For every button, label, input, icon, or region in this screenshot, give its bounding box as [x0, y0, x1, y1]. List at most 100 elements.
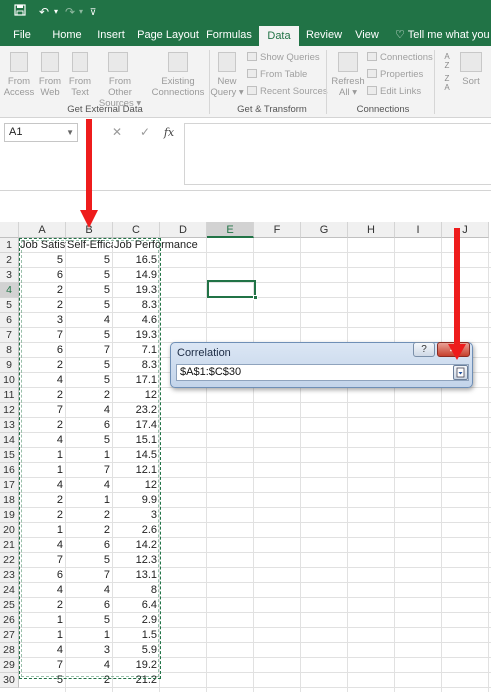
gridline-vertical: [347, 238, 348, 692]
refresh-icon: [338, 52, 358, 72]
row-header-15[interactable]: 15: [0, 448, 19, 463]
row-header-16[interactable]: 16: [0, 463, 19, 478]
edit-links-icon: [367, 86, 377, 95]
column-header-j[interactable]: J: [442, 222, 489, 238]
expand-dialog-icon: [456, 367, 465, 378]
row-header-30[interactable]: 30: [0, 673, 19, 688]
other-sources-icon: [108, 52, 128, 72]
row-header-29[interactable]: 29: [0, 658, 19, 673]
row-header-14[interactable]: 14: [0, 433, 19, 448]
column-header-e[interactable]: E: [207, 222, 254, 238]
from-other-line1: From Other: [108, 76, 132, 98]
tab-data[interactable]: Data: [259, 26, 299, 46]
properties-button[interactable]: Properties: [367, 69, 423, 81]
correlation-dialog: Correlation ? ✕ $A$1:$C$30: [170, 342, 473, 388]
tell-me-box[interactable]: ♡ Tell me what you wa: [395, 24, 491, 46]
row-header-8[interactable]: 8: [0, 343, 19, 358]
row-header-3[interactable]: 3: [0, 268, 19, 283]
row-header-20[interactable]: 20: [0, 523, 19, 538]
edit-links-button[interactable]: Edit Links: [367, 86, 421, 98]
column-header-d[interactable]: D: [160, 222, 207, 238]
redo-dropdown-icon[interactable]: ▾: [77, 4, 85, 20]
row-header-9[interactable]: 9: [0, 358, 19, 373]
row-header-26[interactable]: 26: [0, 613, 19, 628]
row-header-1[interactable]: 1: [0, 238, 19, 253]
dialog-title: Correlation: [177, 347, 231, 359]
cancel-icon[interactable]: ✕: [110, 124, 124, 140]
tab-formulas[interactable]: Formulas: [204, 24, 254, 46]
from-access-button[interactable]: From Access: [2, 76, 36, 98]
row-header-11[interactable]: 11: [0, 388, 19, 403]
save-icon[interactable]: [12, 4, 28, 20]
show-queries-button[interactable]: Show Queries: [247, 52, 320, 64]
row-header-22[interactable]: 22: [0, 553, 19, 568]
column-header-h[interactable]: H: [348, 222, 395, 238]
row-header-5[interactable]: 5: [0, 298, 19, 313]
gridline-vertical: [206, 238, 207, 692]
sort-az-icon[interactable]: AZ: [440, 52, 454, 70]
row-header-28[interactable]: 28: [0, 643, 19, 658]
existing-connections-button[interactable]: Existing Connections: [149, 76, 207, 98]
row-header-24[interactable]: 24: [0, 583, 19, 598]
row-header-25[interactable]: 25: [0, 598, 19, 613]
column-header-g[interactable]: G: [301, 222, 348, 238]
help-button[interactable]: ?: [413, 342, 435, 357]
from-web-button[interactable]: From Web: [35, 76, 65, 98]
formula-input[interactable]: [184, 123, 491, 185]
worksheet-grid[interactable]: ABCDEFGHIJ 1 2 3 4 5 6 7 8 9 10 11 12 13 14 15 16 17 18 19…: [0, 222, 491, 692]
insert-function-icon[interactable]: fx: [162, 124, 176, 140]
column-header-c[interactable]: C: [113, 222, 160, 238]
tab-insert[interactable]: Insert: [92, 24, 130, 46]
undo-icon[interactable]: ↶: [36, 4, 52, 20]
row-header-13[interactable]: 13: [0, 418, 19, 433]
name-box[interactable]: A1 ▼: [4, 123, 78, 142]
formula-bar: A1 ▼ ✕ ✓ fx: [0, 119, 491, 191]
row-header-2[interactable]: 2: [0, 253, 19, 268]
redo-icon[interactable]: ↷: [63, 4, 77, 20]
connections-button[interactable]: Connections: [367, 52, 433, 64]
group-separator: [326, 50, 327, 114]
customize-toolbar-icon[interactable]: ⊽: [88, 4, 98, 20]
row-header-27[interactable]: 27: [0, 628, 19, 643]
select-all-corner[interactable]: [0, 222, 19, 238]
fill-handle[interactable]: [253, 295, 258, 300]
row-header-4[interactable]: 4: [0, 283, 19, 298]
active-cell-cursor[interactable]: [207, 280, 258, 300]
row-header-7[interactable]: 7: [0, 328, 19, 343]
show-queries-icon: [247, 52, 257, 61]
row-header-19[interactable]: 19: [0, 508, 19, 523]
tab-file[interactable]: File: [6, 24, 38, 46]
enter-icon[interactable]: ✓: [138, 124, 152, 140]
row-header-18[interactable]: 18: [0, 493, 19, 508]
expand-dialog-button[interactable]: [453, 365, 468, 380]
title-bar: ↶ ▾ ↷ ▾ ⊽: [0, 0, 491, 24]
input-range-field[interactable]: $A$1:$C$30: [176, 364, 469, 381]
column-header-a[interactable]: A: [19, 222, 66, 238]
row-header-6[interactable]: 6: [0, 313, 19, 328]
new-query-button[interactable]: New Query ▾: [210, 76, 244, 98]
row-header-21[interactable]: 21: [0, 538, 19, 553]
column-header-f[interactable]: F: [254, 222, 301, 238]
tab-review[interactable]: Review: [303, 24, 345, 46]
refresh-all-button[interactable]: Refresh All ▾: [328, 76, 368, 98]
undo-dropdown-icon[interactable]: ▾: [52, 4, 60, 20]
row-header-12[interactable]: 12: [0, 403, 19, 418]
tab-home[interactable]: Home: [48, 24, 86, 46]
tab-page-layout[interactable]: Page Layout: [136, 24, 200, 46]
sort-button[interactable]: Sort: [456, 76, 486, 87]
row-header-23[interactable]: 23: [0, 568, 19, 583]
from-text-button[interactable]: From Text: [65, 76, 95, 98]
text-file-icon: [72, 52, 88, 72]
from-table-label: From Table: [260, 69, 308, 80]
column-header-i[interactable]: I: [395, 222, 442, 238]
row-header-17[interactable]: 17: [0, 478, 19, 493]
from-table-button[interactable]: From Table: [247, 69, 307, 81]
row-header-10[interactable]: 10: [0, 373, 19, 388]
chevron-down-icon[interactable]: ▼: [66, 124, 74, 141]
from-text-line1: From: [68, 76, 92, 87]
sort-za-icon[interactable]: ZA: [440, 74, 454, 92]
tab-view[interactable]: View: [349, 24, 385, 46]
recent-sources-button[interactable]: Recent Sources: [247, 86, 328, 98]
red-arrow-head: [448, 344, 466, 360]
from-web-line1: From: [38, 76, 62, 87]
